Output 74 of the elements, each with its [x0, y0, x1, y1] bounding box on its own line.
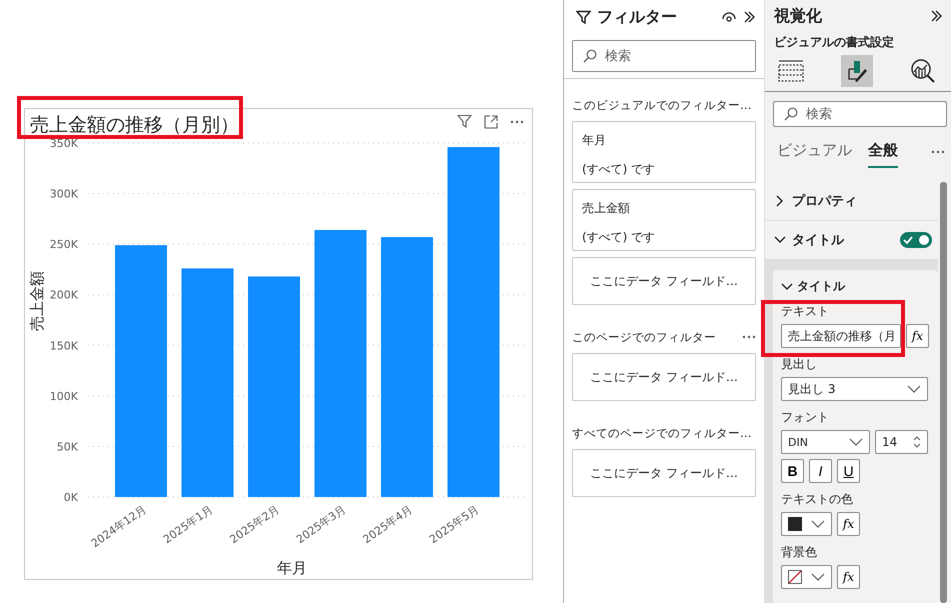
filter-card[interactable]: 年月 (すべて) です — [572, 121, 756, 183]
y-tick-label: 100K — [50, 390, 78, 403]
filter-card[interactable]: 売上金額 (すべて) です — [572, 189, 756, 251]
collapse-icon[interactable] — [742, 10, 756, 24]
text-style-button[interactable]: I — [809, 459, 832, 483]
no-color-swatch — [788, 570, 802, 584]
font-size-input[interactable]: 14 — [875, 430, 928, 454]
field-label: テキスト — [781, 303, 830, 320]
chevron-down-icon[interactable] — [781, 280, 793, 292]
y-tick-label: 350K — [50, 137, 78, 150]
search-field[interactable]: 検索 — [773, 101, 947, 127]
color-picker[interactable] — [781, 512, 832, 536]
check-icon — [903, 235, 913, 245]
text-style-button[interactable]: B — [781, 459, 804, 483]
analytics-icon — [910, 58, 936, 84]
caret-icon — [907, 385, 921, 393]
filter-condition: (すべて) です — [582, 229, 656, 246]
caret-icon — [849, 438, 863, 446]
text-style-button[interactable]: U — [837, 459, 860, 483]
section-label: プロパティ — [792, 192, 857, 210]
field-label: 背景色 — [781, 544, 818, 561]
y-tick-label: 50K — [56, 440, 78, 454]
section-label: タイトル — [792, 232, 844, 249]
section-heading: このビジュアルでのフィルター… — [572, 98, 752, 112]
drop-zone[interactable]: ここにデータ フィールド… — [572, 449, 756, 497]
filter-field: 売上金額 — [582, 200, 746, 217]
color-picker[interactable] — [781, 565, 832, 589]
filter-condition: (すべて) です — [582, 161, 656, 178]
tab[interactable]: ビジュアル — [777, 141, 852, 168]
search-field[interactable]: 検索 — [572, 40, 756, 72]
section-heading: すべてのページでのフィルター… — [572, 426, 752, 440]
search-icon — [583, 49, 597, 63]
pane-title: フィルター — [597, 6, 677, 28]
more-options-icon[interactable] — [931, 150, 945, 154]
mode-tab[interactable] — [841, 55, 873, 87]
heading-dropdown[interactable]: 見出し 3 — [781, 377, 928, 401]
toggle-switch[interactable] — [900, 232, 932, 248]
spinner-icon — [913, 435, 921, 449]
eye-icon[interactable] — [722, 12, 736, 22]
visual-title: 売上金額の推移（月別） — [30, 112, 239, 138]
y-tick-label: 150K — [50, 339, 78, 352]
search-icon — [784, 107, 798, 121]
x-axis-title: 年月 — [277, 559, 307, 577]
font-dropdown[interactable]: DIN — [781, 430, 870, 454]
table-icon — [778, 60, 804, 82]
y-tick-label: 200K — [50, 288, 78, 302]
y-tick-label: 0K — [64, 491, 78, 504]
field-label: フォント — [781, 409, 830, 426]
tab[interactable]: 全般 — [868, 141, 898, 168]
field-label: 見出し — [781, 356, 818, 373]
collapse-icon[interactable] — [929, 9, 943, 23]
group-label: タイトル — [797, 278, 845, 295]
fx-button[interactable]: fx — [837, 512, 860, 536]
scrollbar[interactable] — [940, 182, 947, 603]
caret-icon — [811, 520, 825, 528]
filter-icon[interactable] — [457, 114, 472, 129]
drop-zone[interactable]: ここにデータ フィールド… — [572, 353, 756, 401]
fx-button[interactable]: fx — [837, 565, 860, 589]
caret-icon — [811, 573, 825, 581]
pane-title: 視覚化 — [774, 6, 823, 26]
focus-mode-icon[interactable] — [484, 114, 498, 128]
filter-icon — [576, 10, 591, 24]
fx-button[interactable]: fx — [906, 324, 929, 348]
y-tick-label: 250K — [50, 238, 78, 252]
more-options-icon[interactable] — [510, 120, 524, 124]
pane-subtitle: ビジュアルの書式設定 — [773, 34, 895, 51]
field-label: テキストの色 — [781, 491, 854, 508]
y-tick-label: 300K — [50, 188, 78, 201]
filter-field: 年月 — [582, 132, 746, 149]
section-heading: このページでのフィルター — [572, 330, 716, 344]
text-input[interactable]: 売上金額の推移（月 — [781, 324, 901, 348]
more-options-icon[interactable] — [742, 335, 756, 339]
drop-zone[interactable]: ここにデータ フィールド… — [572, 257, 756, 305]
y-axis-title: 売上金額 — [28, 271, 46, 331]
